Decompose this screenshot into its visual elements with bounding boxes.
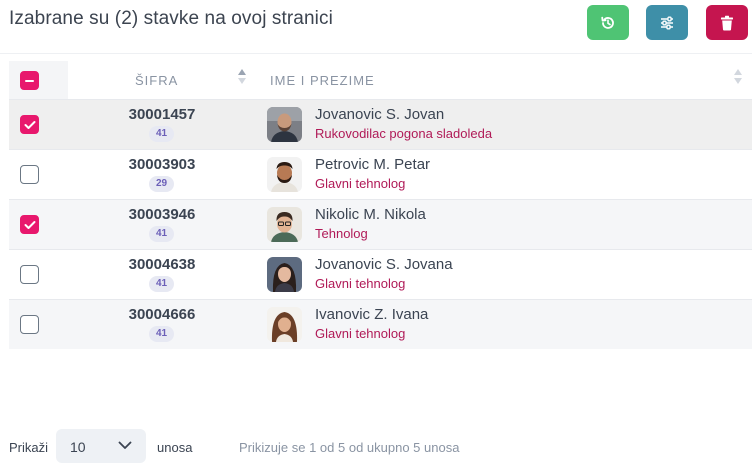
check-icon (24, 121, 36, 129)
entries-label: unosa (157, 440, 193, 455)
row-checkbox[interactable] (20, 165, 39, 184)
employee-name[interactable]: Nikolic M. Nikola (315, 206, 426, 223)
employee-role: Rukovodilac pogona sladoleda (315, 126, 493, 141)
trash-icon (721, 15, 733, 31)
check-icon (24, 221, 36, 229)
employee-name[interactable]: Jovanovic S. Jovana (315, 256, 453, 273)
avatar (267, 257, 302, 292)
employee-role: Glavni tehnolog (315, 176, 406, 191)
chevron-down-icon (118, 441, 132, 449)
pagination-info: Prikizuje se 1 od 5 od ukupno 5 unosa (239, 440, 460, 455)
show-label: Prikaži (9, 440, 49, 455)
filter-settings-button[interactable] (646, 5, 688, 40)
employee-name[interactable]: Petrovic M. Petar (315, 156, 430, 173)
employee-code: 30003946 (128, 206, 196, 223)
page-size-select[interactable]: 10 (56, 429, 146, 463)
count-badge: 41 (149, 226, 174, 242)
employee-code: 30004638 (128, 256, 196, 273)
page-title: Izabrane su (2) stavke na ovoj stranici (9, 8, 333, 29)
table-row[interactable]: 30004666 41 Ivanovic Z. Ivana Glavni teh… (9, 299, 752, 349)
employee-code: 30003903 (128, 156, 196, 173)
select-all-checkbox[interactable] (20, 71, 39, 90)
employee-name[interactable]: Jovanovic S. Jovan (315, 106, 444, 123)
employee-code: 30004666 (128, 306, 196, 323)
employee-code: 30001457 (128, 106, 196, 123)
count-badge: 41 (149, 326, 174, 342)
table-row[interactable]: 30003903 29 Petrovic M. Petar Glavni teh… (9, 149, 752, 199)
history-icon (601, 16, 614, 29)
column-header-name[interactable]: IME I PREZIME (270, 73, 375, 88)
avatar (267, 157, 302, 192)
avatar (267, 107, 302, 142)
employee-role: Glavni tehnolog (315, 276, 406, 291)
employee-role: Tehnolog (315, 226, 368, 241)
sort-code-icon[interactable] (237, 69, 247, 84)
table-row[interactable]: 30003946 41 Nikolic M. Nikola Tehnolog (9, 199, 752, 249)
employees-table: ŠIFRA IME I PREZIME 30001457 41 Jovanovi… (9, 61, 752, 349)
count-badge: 41 (149, 276, 174, 292)
employee-role: Glavni tehnolog (315, 326, 406, 341)
sort-name-icon[interactable] (733, 69, 743, 84)
delete-button[interactable] (706, 5, 748, 40)
row-checkbox[interactable] (20, 115, 39, 134)
page-size-value: 10 (70, 439, 86, 455)
avatar (267, 307, 302, 342)
sliders-icon (661, 16, 673, 29)
row-checkbox[interactable] (20, 215, 39, 234)
table-row[interactable]: 30004638 41 Jovanovic S. Jovana Glavni t… (9, 249, 752, 299)
column-header-code[interactable]: ŠIFRA (135, 73, 178, 88)
row-checkbox[interactable] (20, 265, 39, 284)
indeterminate-icon (25, 80, 34, 82)
history-button[interactable] (587, 5, 629, 40)
employee-name[interactable]: Ivanovic Z. Ivana (315, 306, 428, 323)
count-badge: 41 (149, 126, 174, 142)
page-header: Izabrane su (2) stavke na ovoj stranici (0, 0, 752, 54)
table-header: ŠIFRA IME I PREZIME (9, 61, 752, 99)
table-row[interactable]: 30001457 41 Jovanovic S. Jovan Rukovodil… (9, 99, 752, 149)
count-badge: 29 (149, 176, 174, 192)
table-footer: Prikaži 10 unosa Prikizuje se 1 od 5 od … (0, 429, 752, 463)
avatar (267, 207, 302, 242)
row-checkbox[interactable] (20, 315, 39, 334)
